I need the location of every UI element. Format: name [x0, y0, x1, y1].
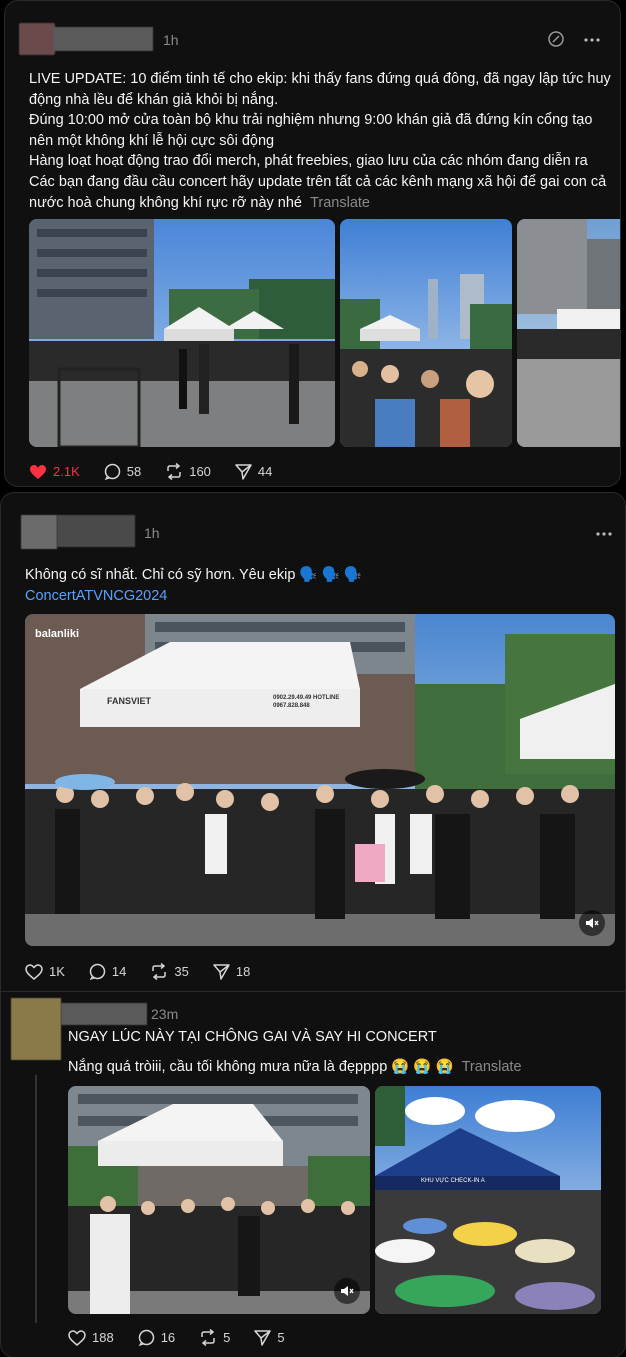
thread-line: [35, 1075, 37, 1323]
comment-count: 16: [160, 1330, 176, 1345]
post-video-2[interactable]: [68, 1086, 370, 1314]
post-line: nước hoà chung không khí rực rỡ này nhé: [29, 194, 303, 211]
share-button[interactable]: 18: [213, 963, 251, 980]
post-line: Các bạn đang đầu cầu concert hãy update …: [29, 173, 607, 190]
heart-icon: [68, 1329, 86, 1346]
post-text: LIVE UPDATE: 10 điểm tinh tế cho ekip: k…: [29, 69, 619, 213]
post-text: Nắng quá tròiii, cầu tối không mưa nữa l…: [68, 1057, 608, 1078]
comment-icon: [138, 1329, 154, 1346]
more-icon[interactable]: [595, 525, 613, 543]
repost-count: 5: [223, 1330, 231, 1345]
repost-button[interactable]: 160: [165, 463, 211, 480]
action-bar: 188 16 5 5: [68, 1329, 309, 1346]
stage-sign: KHU VỰC CHECK-IN A: [421, 1178, 485, 1184]
post-image-4[interactable]: KHU VỰC CHECK-IN A: [375, 1086, 601, 1314]
like-count: 2.1K: [53, 464, 80, 479]
share-button[interactable]: 44: [235, 463, 273, 480]
repost-icon: [152, 963, 167, 980]
mute-button[interactable]: [334, 1278, 360, 1304]
repost-count: 160: [189, 464, 211, 479]
heart-icon: [30, 464, 46, 479]
username-redacted[interactable]: [53, 27, 153, 51]
repost-icon: [167, 463, 181, 480]
like-count: 188: [92, 1330, 114, 1345]
comment-button[interactable]: 58: [104, 463, 141, 480]
edit-icon[interactable]: [547, 30, 565, 48]
tent-hotline: 0902.29.49.49 HOTLINE 0967.828.848: [273, 695, 340, 709]
post-divider: [1, 991, 625, 992]
share-icon: [235, 463, 252, 480]
volume-off-icon: [341, 1286, 354, 1296]
comment-button[interactable]: 14: [89, 963, 126, 980]
post-time: 1h: [163, 32, 179, 48]
avatar[interactable]: [11, 998, 61, 1060]
like-button[interactable]: 1K: [25, 963, 65, 980]
post-body: Nắng quá tròiii, cầu tối không mưa nữa l…: [68, 1059, 454, 1075]
mute-button[interactable]: [579, 910, 605, 936]
volume-off-icon: [586, 918, 599, 928]
comment-count: 58: [126, 464, 142, 479]
avatar[interactable]: [21, 515, 57, 549]
post-time: 23m: [151, 1006, 179, 1022]
post-image-1[interactable]: [29, 219, 335, 447]
more-icon[interactable]: [583, 31, 601, 49]
action-bar: 2.1K 58 160 44: [29, 463, 296, 480]
repost-button[interactable]: 35: [150, 963, 189, 980]
post-video[interactable]: balanliki FANSVIET 0902.29.49.49 HOTLINE…: [25, 614, 615, 946]
repost-button[interactable]: 5: [199, 1329, 230, 1346]
like-button[interactable]: 188: [68, 1329, 114, 1346]
comment-icon: [104, 463, 120, 480]
post-card-2: 1h Không có sĩ nhất. Chỉ có sỹ hơn. Yêu …: [0, 492, 626, 1357]
username-redacted[interactable]: [57, 515, 135, 547]
like-count: 1K: [49, 964, 65, 979]
repost-icon: [201, 1329, 215, 1346]
translate-link[interactable]: Translate: [462, 1059, 522, 1075]
username-redacted[interactable]: [61, 1003, 147, 1025]
avatar[interactable]: [19, 23, 55, 55]
post-line: nên một không khí lễ hội cực sôi động: [29, 132, 275, 149]
post-time: 1h: [144, 525, 160, 541]
post-card-1: 1h LIVE UPDATE: 10 điểm tinh tế cho ekip…: [4, 0, 621, 487]
post-line: Đúng 10:00 mở cửa toàn bộ khu trải nghiệ…: [29, 112, 593, 129]
comment-button[interactable]: 16: [138, 1329, 175, 1346]
post-image-3[interactable]: [517, 219, 620, 447]
post-text: Không có sĩ nhất. Chỉ có sỹ hơn. Yêu eki…: [25, 567, 362, 583]
post-line: LIVE UPDATE: 10 điểm tinh tế cho ekip: k…: [29, 71, 611, 87]
repost-count: 35: [174, 964, 189, 979]
translate-link[interactable]: Translate: [310, 195, 370, 211]
like-button[interactable]: 2.1K: [29, 464, 80, 480]
share-icon: [254, 1329, 272, 1346]
video-watermark: balanliki: [35, 628, 80, 640]
share-count: 44: [257, 464, 273, 479]
post-line: Hàng loạt hoạt động trao đổi merch, phát…: [29, 153, 588, 170]
post-line: động nhà lều để khán giả khỏi bị nắng.: [29, 91, 279, 108]
share-icon: [213, 963, 230, 980]
post-image-2[interactable]: [340, 219, 512, 447]
post-title: NGAY LÚC NÀY TẠI CHÔNG GAI VÀ SAY HI CON…: [68, 1029, 437, 1045]
action-bar: 1K 14 35 18: [25, 963, 274, 980]
share-count: 5: [277, 1330, 285, 1345]
comment-count: 14: [111, 964, 127, 979]
share-button[interactable]: 5: [254, 1329, 285, 1346]
hashtag-link[interactable]: ConcertATVNCG2024: [25, 586, 167, 607]
comment-icon: [89, 963, 106, 980]
share-count: 18: [235, 964, 251, 979]
heart-icon: [25, 963, 43, 980]
tent-brand: FANSVIET: [107, 696, 152, 706]
